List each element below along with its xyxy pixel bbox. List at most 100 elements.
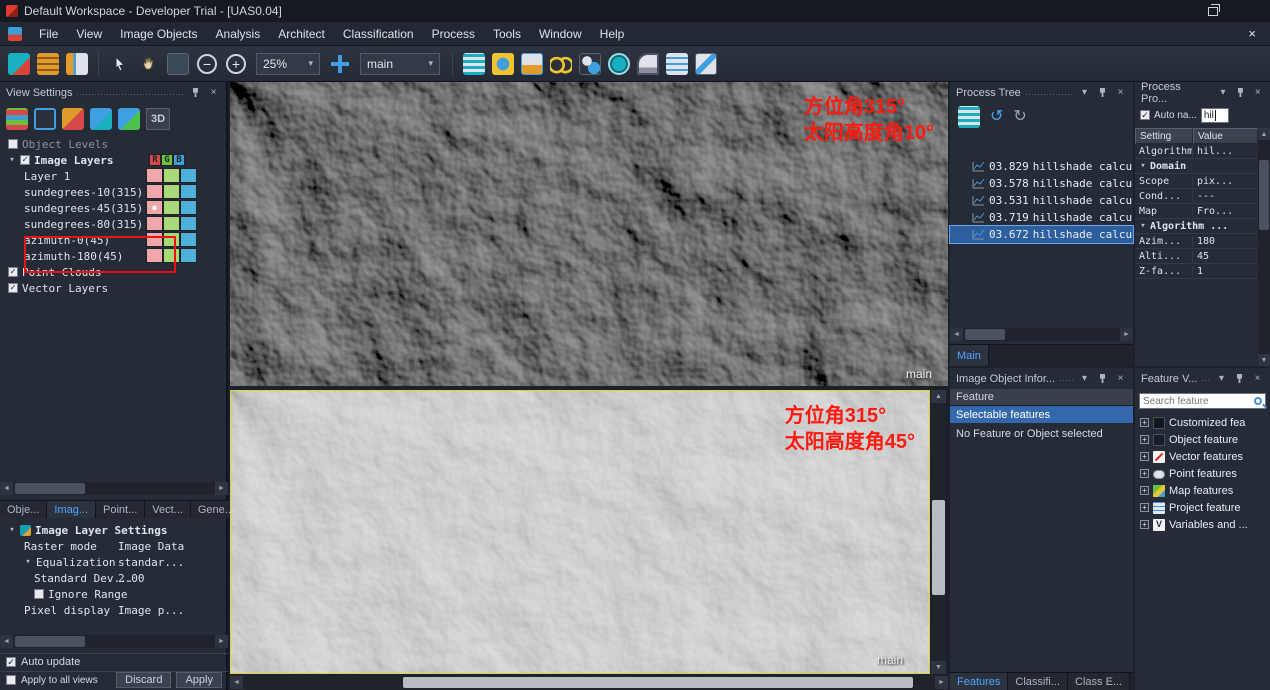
setting-value[interactable]: Image p... — [118, 604, 184, 617]
tab-features[interactable]: Features — [950, 673, 1008, 690]
process-item[interactable]: 03.531 hillshade calcu — [950, 192, 1133, 209]
scroll-left-icon[interactable]: ◄ — [0, 482, 13, 495]
layer-row[interactable]: Layer 1 — [0, 168, 228, 184]
single-layer-icon[interactable] — [34, 108, 56, 130]
green-cell[interactable] — [163, 232, 180, 247]
pin-icon[interactable] — [1096, 87, 1109, 99]
blue-cell[interactable] — [180, 216, 197, 231]
expander-icon[interactable]: ▾ — [8, 155, 16, 165]
tab-vector[interactable]: Vect... — [145, 501, 191, 518]
search-input[interactable] — [1143, 396, 1231, 407]
layer-row[interactable]: azimuth-180(45) — [0, 248, 228, 264]
red-cell[interactable]: ● — [146, 200, 163, 215]
menu-tools[interactable]: Tools — [484, 24, 530, 44]
scroll-right-icon[interactable]: ► — [935, 676, 948, 689]
chevron-down-icon[interactable]: ▾ — [1217, 87, 1229, 99]
property-row[interactable]: Algorithmhil... — [1135, 144, 1258, 159]
pin-icon[interactable] — [1096, 373, 1109, 385]
auto-update-checkbox[interactable]: ✓ — [6, 657, 16, 667]
pixel-grid-icon[interactable] — [664, 51, 690, 77]
properties-vertical-scrollbar[interactable]: ▲ ▼ — [1258, 128, 1270, 366]
samples-icon[interactable] — [577, 51, 603, 77]
navigate-icon[interactable] — [327, 51, 353, 77]
process-name-input[interactable]: hil — [1201, 108, 1229, 123]
sync-globe-icon[interactable] — [606, 51, 632, 77]
horizontal-scrollbar[interactable]: ◄ ► — [0, 482, 228, 495]
viewer-vertical-scrollbar[interactable]: ▲ ▼ — [931, 390, 946, 674]
green-cell[interactable] — [163, 216, 180, 231]
draw-polygon-icon[interactable] — [693, 51, 719, 77]
zoom-in-icon[interactable]: + — [223, 51, 249, 77]
layer-row[interactable]: azimuth-0(45) — [0, 232, 228, 248]
zoom-area-icon[interactable] — [165, 51, 191, 77]
tab-main[interactable]: Main — [950, 345, 989, 366]
map-select[interactable]: main ▾ — [360, 53, 440, 75]
close-icon[interactable]: × — [1252, 87, 1264, 99]
blue-cell[interactable] — [180, 184, 197, 199]
menu-image-objects[interactable]: Image Objects — [111, 24, 206, 44]
menu-help[interactable]: Help — [591, 24, 634, 44]
apply-button[interactable]: Apply — [176, 672, 222, 688]
process-item[interactable]: 03.829 hillshade calcu — [950, 158, 1133, 175]
green-cell[interactable] — [163, 200, 180, 215]
pin-icon[interactable] — [1234, 87, 1246, 99]
red-cell[interactable] — [146, 216, 163, 231]
expand-plus-icon[interactable]: + — [1140, 452, 1149, 461]
pan-hand-icon[interactable] — [136, 51, 162, 77]
property-section-domain[interactable]: ▾Domain — [1135, 159, 1258, 174]
property-row[interactable]: Alti...45 — [1135, 249, 1258, 264]
scroll-track[interactable] — [963, 328, 1120, 341]
new-scene-icon[interactable] — [6, 51, 32, 77]
tree-item-point-clouds[interactable]: ✓ Point Clouds — [0, 264, 228, 280]
checkbox[interactable]: ✓ — [20, 155, 30, 165]
close-icon[interactable]: × — [1114, 87, 1127, 99]
menu-view[interactable]: View — [67, 24, 111, 44]
setting-value[interactable]: standar... — [118, 556, 184, 569]
scroll-thumb[interactable] — [403, 677, 913, 688]
image-view-icon[interactable] — [519, 51, 545, 77]
tree-item-image-layers[interactable]: ▾ ✓ Image Layers R G B — [0, 152, 228, 168]
document-close-icon[interactable]: × — [1238, 26, 1266, 41]
tab-object[interactable]: Obje... — [0, 501, 47, 518]
process-item[interactable]: 03.578 hillshade calcu — [950, 175, 1133, 192]
blue-cell[interactable] — [180, 232, 197, 247]
property-row[interactable]: Azim...180 — [1135, 234, 1258, 249]
process-item[interactable]: 03.719 hillshade calcu — [950, 209, 1133, 226]
discard-button[interactable]: Discard — [116, 672, 171, 688]
apply-all-checkbox[interactable] — [6, 675, 16, 685]
scroll-thumb[interactable] — [15, 636, 85, 647]
checkbox[interactable] — [8, 139, 18, 149]
close-icon[interactable]: × — [1114, 373, 1127, 385]
zoom-out-icon[interactable]: − — [194, 51, 220, 77]
expand-plus-icon[interactable]: + — [1140, 520, 1149, 529]
tree-item-vector-layers[interactable]: ✓ Vector Layers — [0, 280, 228, 296]
view-settings-icon[interactable] — [490, 51, 516, 77]
blue-cell[interactable] — [180, 168, 197, 183]
close-icon[interactable]: × — [1251, 373, 1264, 385]
expand-plus-icon[interactable]: + — [1140, 469, 1149, 478]
map-view-bottom-active[interactable]: 方位角315° 太阳高度角45° main — [230, 390, 930, 674]
setting-row-equalization[interactable]: ▾ Equalization standar... — [0, 554, 228, 570]
feature-group-point[interactable]: + Point features — [1135, 465, 1270, 482]
restore-window-icon[interactable] — [1208, 7, 1218, 16]
menu-file[interactable]: File — [30, 24, 67, 44]
expand-plus-icon[interactable]: + — [1140, 418, 1149, 427]
blue-cell[interactable] — [180, 200, 197, 215]
setting-row-pixel-display[interactable]: Pixel display Image p... — [0, 602, 228, 618]
view-3d-button[interactable]: 3D — [146, 108, 170, 130]
tab-image[interactable]: Imag... — [47, 501, 96, 518]
feature-group-object[interactable]: + Object feature — [1135, 431, 1270, 448]
expand-plus-icon[interactable]: + — [1140, 435, 1149, 444]
property-section-algorithm[interactable]: ▾Algorithm ... — [1135, 219, 1258, 234]
menu-architect[interactable]: Architect — [269, 24, 334, 44]
tab-classification[interactable]: Classifi... — [1008, 673, 1068, 690]
scroll-thumb[interactable] — [15, 483, 85, 494]
scroll-track[interactable] — [13, 635, 215, 648]
menu-process[interactable]: Process — [423, 24, 484, 44]
add-layer-icon[interactable] — [118, 108, 140, 130]
scroll-thumb[interactable] — [932, 500, 945, 595]
tab-class-evaluation[interactable]: Class E... — [1068, 673, 1130, 690]
scroll-down-icon[interactable]: ▼ — [931, 661, 946, 674]
blue-cell[interactable] — [180, 248, 197, 263]
chevron-down-icon[interactable]: ▾ — [1215, 373, 1228, 385]
